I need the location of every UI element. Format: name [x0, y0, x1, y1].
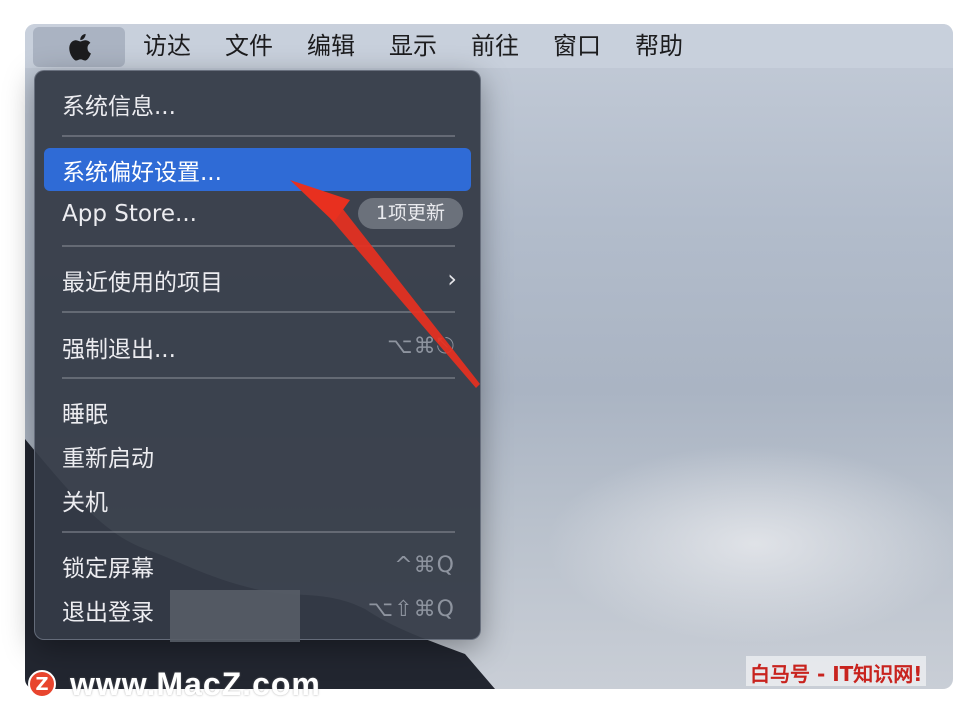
apple-logo-icon: [69, 33, 91, 61]
watermark-text: www.MacZ.com: [70, 665, 321, 702]
keyboard-shortcut: ⌥⌘⎋: [387, 334, 455, 359]
menu-separator: [62, 135, 455, 137]
redaction-block: [170, 590, 300, 642]
menu-item-label: 最近使用的项目: [62, 269, 223, 296]
menu-item-sleep[interactable]: 睡眠: [44, 390, 471, 433]
menu-edit[interactable]: 编辑: [307, 24, 355, 68]
update-badge: 1项更新: [357, 198, 463, 229]
menu-view[interactable]: 显示: [389, 24, 437, 68]
menu-separator: [62, 245, 455, 247]
menu-item-force-quit[interactable]: 强制退出... ⌥⌘⎋: [44, 325, 471, 368]
menu-item-restart[interactable]: 重新启动: [44, 434, 471, 477]
menu-item-label: 强制退出...: [62, 336, 176, 363]
menu-window[interactable]: 窗口: [553, 24, 601, 68]
menu-item-lock-screen[interactable]: 锁定屏幕 ^⌘Q: [44, 544, 471, 587]
watermark-macz: Z www.MacZ.com: [28, 664, 321, 704]
menu-finder[interactable]: 访达: [143, 24, 191, 68]
menu-go[interactable]: 前往: [471, 24, 519, 68]
menu-item-recent-items[interactable]: 最近使用的项目 ›: [44, 258, 471, 301]
menu-file[interactable]: 文件: [225, 24, 273, 68]
menu-separator: [62, 531, 455, 533]
menu-item-label: 睡眠: [62, 401, 108, 428]
wallpaper-glow: [545, 444, 953, 644]
menu-item-label: 重新启动: [62, 445, 154, 472]
menu-item-about-this-mac[interactable]: 系统信息...: [44, 82, 471, 125]
menu-separator: [62, 311, 455, 313]
menu-help[interactable]: 帮助: [635, 24, 683, 68]
menu-item-label: 系统信息...: [62, 93, 176, 120]
menu-item-label: 锁定屏幕: [62, 555, 154, 582]
macz-logo-icon: Z: [28, 670, 56, 698]
chevron-right-icon: ›: [447, 265, 457, 293]
menu-item-app-store[interactable]: App Store... 1项更新: [44, 192, 471, 235]
menu-item-system-preferences[interactable]: 系统偏好设置...: [44, 148, 471, 191]
menu-item-label: 关机: [62, 489, 108, 516]
apple-menu-button[interactable]: [33, 27, 125, 67]
watermark-source: 白马号 - IT知识网!: [746, 656, 927, 686]
menu-item-shut-down[interactable]: 关机: [44, 478, 471, 521]
menu-item-label: 退出登录: [62, 599, 154, 626]
apple-dropdown-menu: 系统信息... 系统偏好设置... App Store... 1项更新 最近使用…: [34, 70, 481, 640]
keyboard-shortcut: ⌥⇧⌘Q: [367, 597, 455, 622]
keyboard-shortcut: ^⌘Q: [394, 553, 455, 578]
menu-bar: 访达 文件 编辑 显示 前往 窗口 帮助: [25, 24, 953, 68]
menu-item-label: 系统偏好设置...: [62, 159, 222, 186]
menu-separator: [62, 377, 455, 379]
menu-item-label: App Store...: [62, 200, 197, 227]
